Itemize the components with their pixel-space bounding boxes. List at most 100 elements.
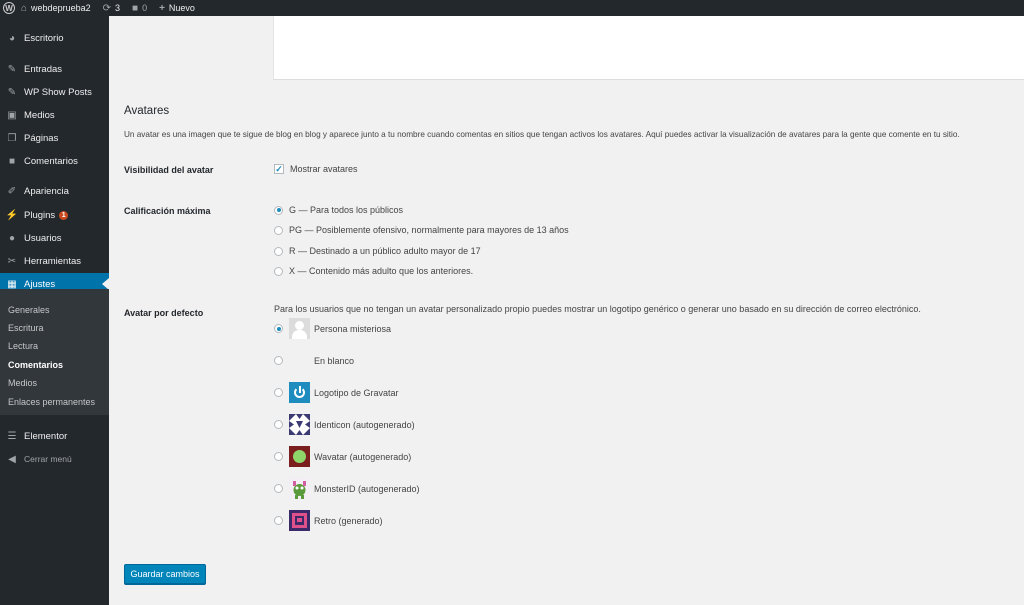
previous-settings-panel: [273, 16, 1024, 80]
monsterid-avatar: [289, 478, 310, 499]
rating-option-g[interactable]: G — Para todos los públicos: [274, 205, 403, 215]
sidebar-item-apariencia[interactable]: ✐ Apariencia: [0, 180, 109, 202]
avatar-radio-monsterid[interactable]: [274, 484, 283, 493]
visibility-label: Visibilidad del avatar: [124, 165, 214, 175]
submenu-item-enlaces-permanentes[interactable]: Enlaces permanentes: [8, 397, 95, 407]
sidebar-item-label: Escritorio: [24, 32, 64, 44]
rating-radio-r[interactable]: [274, 246, 283, 256]
avatar-option-identicon[interactable]: Identicon (autogenerado): [274, 414, 415, 435]
avatar-radio-wavatar[interactable]: [274, 452, 283, 461]
sidebar-item-label: WP Show Posts: [24, 86, 92, 98]
avatar-option-label: En blanco: [314, 355, 355, 366]
wordpress-logo-icon[interactable]: W: [3, 2, 15, 14]
avatar-radio-identicon[interactable]: [274, 420, 283, 429]
gravatar-logo-icon: [289, 382, 310, 403]
rating-option-label: X — Contenido más adulto que los anterio…: [289, 266, 474, 276]
sidebar-item-label: Usuarios: [24, 232, 62, 244]
sidebar-item-plugins[interactable]: ⚡ Plugins 1: [0, 204, 109, 226]
rating-radio-pg[interactable]: [274, 225, 283, 235]
avatar-option-label: Persona misteriosa: [314, 323, 392, 334]
save-changes-button[interactable]: Guardar cambios: [124, 564, 206, 584]
sidebar-item-label: Entradas: [24, 63, 63, 75]
site-name: webdeprueba2: [31, 3, 91, 13]
updates-count: 3: [115, 3, 121, 13]
avatar-option-wavatar[interactable]: Wavatar (autogenerado): [274, 446, 411, 467]
sidebar-item-label: Páginas: [24, 132, 59, 144]
avatar-option-blank[interactable]: En blanco: [274, 350, 354, 371]
rating-option-label: R — Destinado a un público adulto mayor …: [289, 246, 481, 256]
rating-option-label: PG — Posiblemente ofensivo, normalmente …: [289, 225, 569, 235]
comment-icon: ■: [8, 155, 16, 167]
elementor-icon: ☰: [7, 430, 17, 442]
updates-icon: ⟳: [102, 2, 111, 14]
rating-option-r[interactable]: R — Destinado a un público adulto mayor …: [274, 246, 481, 256]
sidebar-item-usuarios[interactable]: ● Usuarios: [0, 227, 109, 249]
show-avatars-option[interactable]: ✓ Mostrar avatares: [274, 164, 358, 174]
sidebar-item-label: Ajustes: [24, 278, 56, 290]
site-name-link[interactable]: ⌂ webdeprueba2: [15, 0, 97, 16]
pages-icon: ❐: [7, 132, 17, 144]
comments-count: 0: [142, 3, 148, 13]
home-icon: ⌂: [21, 2, 28, 14]
sidebar-item-medios[interactable]: ▣ Medios: [0, 104, 109, 126]
sidebar-item-label: Herramientas: [24, 255, 82, 267]
submenu-item-medios[interactable]: Medios: [8, 378, 37, 388]
default-avatar-description: Para los usuarios que no tengan un avata…: [274, 304, 921, 314]
media-icon: ▣: [7, 109, 17, 121]
rating-option-x[interactable]: X — Contenido más adulto que los anterio…: [274, 266, 473, 276]
show-avatars-label: Mostrar avatares: [290, 164, 358, 174]
avatar-option-retro[interactable]: Retro (generado): [274, 510, 383, 531]
rating-radio-x[interactable]: [274, 266, 283, 276]
show-avatars-checkbox[interactable]: ✓: [274, 164, 284, 174]
sidebar-item-wp-show-posts[interactable]: ✎ WP Show Posts: [0, 81, 109, 103]
new-content-link[interactable]: + Nuevo: [153, 0, 201, 16]
sidebar-item-label: Medios: [24, 109, 55, 121]
avatar-option-label: MonsterID (autogenerado): [314, 483, 420, 494]
ajustes-submenu: Generales Escritura Lectura Comentarios …: [0, 289, 109, 415]
avatar-option-gravatar-logo[interactable]: Logotipo de Gravatar: [274, 382, 399, 403]
identicon-avatar: [289, 414, 310, 435]
wavatar-avatar: [289, 446, 310, 467]
submenu-item-comentarios[interactable]: Comentarios: [8, 360, 63, 370]
rating-option-label: G — Para todos los públicos: [289, 205, 404, 215]
collapse-icon: ◀: [8, 453, 16, 465]
wrench-icon: ✂: [7, 255, 17, 267]
avatar-option-mystery[interactable]: Persona misteriosa: [274, 318, 391, 339]
sidebar-item-herramientas[interactable]: ✂ Herramientas: [0, 250, 109, 272]
submenu-item-lectura[interactable]: Lectura: [8, 341, 38, 351]
updates-link[interactable]: ⟳ 3: [97, 0, 126, 16]
mystery-person-avatar: [289, 318, 310, 339]
sidebar-item-label: Comentarios: [24, 155, 78, 167]
avatar-option-monsterid[interactable]: MonsterID (autogenerado): [274, 478, 420, 499]
avatar-option-label: Identicon (autogenerado): [314, 419, 415, 430]
plugins-update-badge: 1: [59, 210, 69, 220]
avatar-option-label: Retro (generado): [314, 515, 383, 526]
plugin-icon: ⚡: [5, 209, 19, 221]
comments-link[interactable]: ■ 0: [126, 0, 153, 16]
new-label: Nuevo: [168, 3, 195, 13]
pin-icon: ✎: [7, 86, 17, 98]
sidebar-item-comentarios[interactable]: ■ Comentarios: [0, 150, 109, 172]
avatar-option-label: Wavatar (autogenerado): [314, 451, 412, 462]
rating-radio-g[interactable]: [274, 205, 283, 215]
brush-icon: ✐: [7, 185, 17, 197]
blank-avatar: [289, 350, 310, 371]
admin-bar: W ⌂ webdeprueba2 ⟳ 3 ■ 0 + Nuevo: [0, 0, 1024, 16]
sidebar-item-label: Apariencia: [24, 185, 69, 197]
avatar-radio-mystery[interactable]: [274, 324, 283, 333]
avatar-radio-blank[interactable]: [274, 356, 283, 365]
collapse-menu-button[interactable]: ◀ Cerrar menú: [0, 448, 109, 470]
avatar-radio-retro[interactable]: [274, 516, 283, 525]
rating-option-pg[interactable]: PG — Posiblemente ofensivo, normalmente …: [274, 225, 569, 235]
user-icon: ●: [8, 232, 16, 244]
sidebar-item-entradas[interactable]: ✎ Entradas: [0, 58, 109, 80]
sidebar-item-escritorio[interactable]: ◕ Escritorio: [0, 27, 109, 49]
submenu-item-generales[interactable]: Generales: [8, 305, 50, 315]
comment-bubble-icon: ■: [132, 2, 139, 14]
rating-label: Calificación máxima: [124, 206, 211, 216]
sidebar-item-elementor[interactable]: ☰ Elementor: [0, 425, 109, 447]
sidebar-item-paginas[interactable]: ❐ Páginas: [0, 127, 109, 149]
submenu-item-escritura[interactable]: Escritura: [8, 323, 44, 333]
section-title: Avatares: [124, 105, 170, 117]
avatar-radio-gravatar-logo[interactable]: [274, 388, 283, 397]
